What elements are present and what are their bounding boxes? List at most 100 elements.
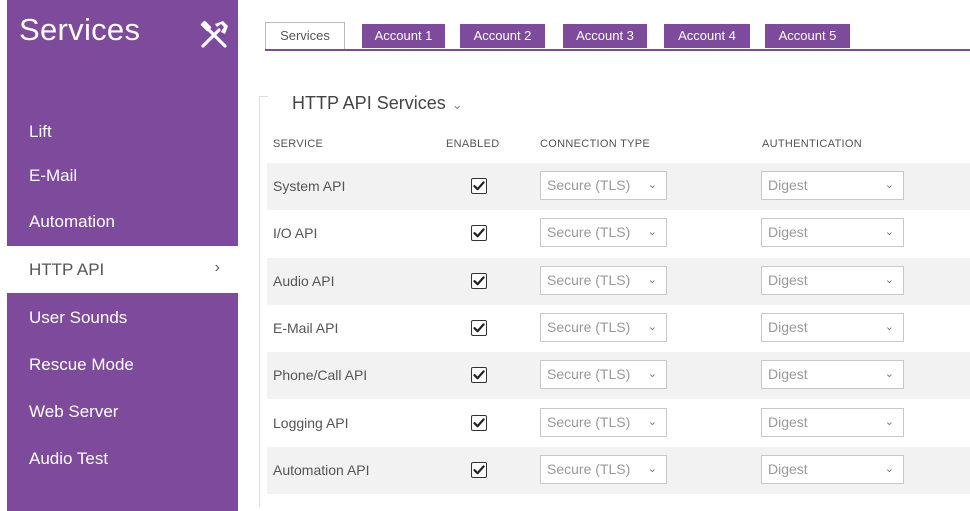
tab-account-3[interactable]: Account 3 [563,24,647,48]
sidebar-item-lift[interactable]: Lift [7,108,238,155]
select-value: Secure (TLS) [547,177,631,193]
authentication-select[interactable]: Digest ⌄ [761,266,904,295]
chevron-down-icon: ⌄ [647,321,657,333]
connection-type-select[interactable]: Secure (TLS) ⌄ [540,360,667,389]
select-value: Digest [768,366,808,382]
enabled-checkbox[interactable] [471,462,487,478]
sidebar-title: Services [19,12,141,47]
service-name: Audio API [273,273,335,289]
chevron-down-icon: ⌄ [884,321,894,333]
column-header-service: SERVICE [273,138,324,150]
service-name: Automation API [273,462,370,478]
chevron-down-icon: ⌄ [451,97,463,112]
chevron-down-icon: ⌄ [647,274,657,286]
tab-account-4[interactable]: Account 4 [664,24,750,48]
select-value: Secure (TLS) [547,461,631,477]
sidebar-item-label: Web Server [29,401,119,421]
chevron-down-icon: ⌄ [647,416,657,428]
table-row: Phone/Call API Secure (TLS) ⌄ Digest ⌄ [267,352,970,399]
chevron-down-icon: ⌄ [647,179,657,191]
sidebar-item-automation[interactable]: Automation [7,198,238,245]
select-value: Digest [768,461,808,477]
sidebar-item-http-api[interactable]: HTTP API › [7,246,238,293]
connection-type-select[interactable]: Secure (TLS) ⌄ [540,218,667,247]
enabled-checkbox[interactable] [471,225,487,241]
chevron-down-icon: ⌄ [884,416,894,428]
check-icon [473,181,485,191]
chevron-down-icon: ⌄ [884,274,894,286]
sidebar-item-label: Audio Test [29,448,109,468]
enabled-checkbox[interactable] [471,415,487,431]
chevron-down-icon: ⌄ [647,368,657,380]
sidebar-item-label: Lift [29,121,52,141]
sidebar: Services Lift E-Mail Automation HTTP API… [7,0,238,511]
chevron-down-icon: ⌄ [884,463,894,475]
sidebar-item-label: HTTP API [29,259,105,279]
section-title-label: HTTP API Services [292,93,446,113]
connection-type-select[interactable]: Secure (TLS) ⌄ [540,266,667,295]
select-value: Digest [768,224,808,240]
check-icon [473,276,485,286]
table-row: I/O API Secure (TLS) ⌄ Digest ⌄ [267,210,970,257]
tab-underline [265,49,970,51]
select-value: Digest [768,177,808,193]
chevron-right-icon: › [214,259,220,276]
tab-services[interactable]: Services [265,22,345,49]
table-row: Logging API Secure (TLS) ⌄ Digest ⌄ [267,400,970,447]
enabled-checkbox[interactable] [471,178,487,194]
select-value: Secure (TLS) [547,319,631,335]
sidebar-item-user-sounds[interactable]: User Sounds [7,294,238,341]
table-row: System API Secure (TLS) ⌄ Digest ⌄ [267,163,970,210]
authentication-select[interactable]: Digest ⌄ [761,455,904,484]
enabled-checkbox[interactable] [471,320,487,336]
connection-type-select[interactable]: Secure (TLS) ⌄ [540,171,667,200]
select-value: Digest [768,272,808,288]
table-row: E-Mail API Secure (TLS) ⌄ Digest ⌄ [267,305,970,352]
check-icon [473,323,485,333]
table-row: Automation API Secure (TLS) ⌄ Digest ⌄ [267,447,970,494]
chevron-down-icon: ⌄ [884,368,894,380]
enabled-checkbox[interactable] [471,273,487,289]
column-header-enabled: ENABLED [446,138,500,150]
select-value: Secure (TLS) [547,366,631,382]
tab-account-1[interactable]: Account 1 [362,24,445,48]
authentication-select[interactable]: Digest ⌄ [761,313,904,342]
sidebar-item-web-server[interactable]: Web Server [7,388,238,435]
sidebar-item-email[interactable]: E-Mail [7,152,238,199]
chevron-down-icon: ⌄ [884,179,894,191]
tools-icon [200,20,228,48]
authentication-select[interactable]: Digest ⌄ [761,360,904,389]
enabled-checkbox[interactable] [471,367,487,383]
select-value: Secure (TLS) [547,414,631,430]
check-icon [473,418,485,428]
sidebar-item-label: User Sounds [29,307,128,327]
authentication-select[interactable]: Digest ⌄ [761,218,904,247]
sidebar-item-audio-test[interactable]: Audio Test [7,435,238,482]
select-value: Secure (TLS) [547,272,631,288]
chevron-down-icon: ⌄ [884,226,894,238]
sidebar-item-rescue-mode[interactable]: Rescue Mode [7,341,238,388]
connection-type-select[interactable]: Secure (TLS) ⌄ [540,408,667,437]
select-value: Secure (TLS) [547,224,631,240]
authentication-select[interactable]: Digest ⌄ [761,171,904,200]
column-header-authentication: AUTHENTICATION [762,138,862,150]
table-row: Audio API Secure (TLS) ⌄ Digest ⌄ [267,258,970,305]
select-value: Digest [768,319,808,335]
check-icon [473,465,485,475]
authentication-select[interactable]: Digest ⌄ [761,408,904,437]
tab-account-2[interactable]: Account 2 [460,24,545,48]
service-name: E-Mail API [273,320,339,336]
section-title[interactable]: HTTP API Services ⌄ [292,93,463,114]
chevron-down-icon: ⌄ [647,463,657,475]
tab-account-5[interactable]: Account 5 [765,24,850,48]
sidebar-item-label: Automation [29,211,115,231]
connection-type-select[interactable]: Secure (TLS) ⌄ [540,455,667,484]
sidebar-item-label: Rescue Mode [29,354,134,374]
service-name: Logging API [273,415,349,431]
chevron-down-icon: ⌄ [647,226,657,238]
column-header-connection-type: CONNECTION TYPE [540,138,651,150]
select-value: Digest [768,414,808,430]
check-icon [473,370,485,380]
connection-type-select[interactable]: Secure (TLS) ⌄ [540,313,667,342]
service-name: Phone/Call API [273,367,368,383]
